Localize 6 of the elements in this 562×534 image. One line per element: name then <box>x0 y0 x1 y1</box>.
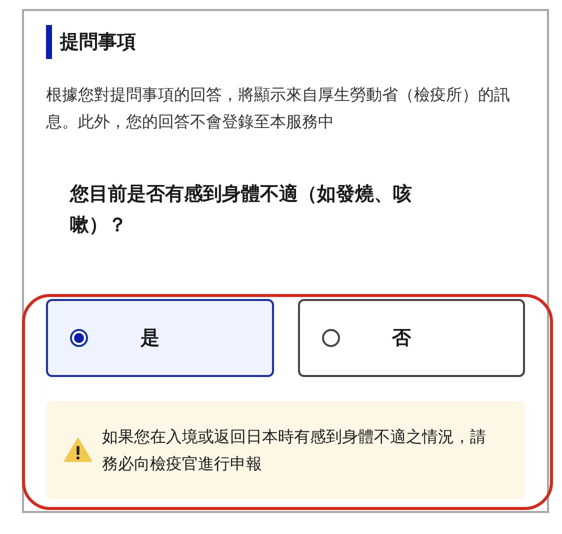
warning-text: 如果您在入境或返回日本時有感到身體不適之情況，請務必向檢疫官進行申報 <box>102 426 487 475</box>
section-description: 根據您對提問事項的回答，將顯示來自厚生勞動省（檢疫所）的訊息。此外，您的回答不會登錄至本服務中 <box>46 84 511 133</box>
answer-option[interactable]: 是 <box>46 299 274 377</box>
question-text: 您目前是否有感到身體不適（如發燒、咳嗽）？ <box>70 182 413 238</box>
section-title: 提問事項 <box>46 25 525 59</box>
answer-option[interactable]: 否 <box>298 299 525 377</box>
